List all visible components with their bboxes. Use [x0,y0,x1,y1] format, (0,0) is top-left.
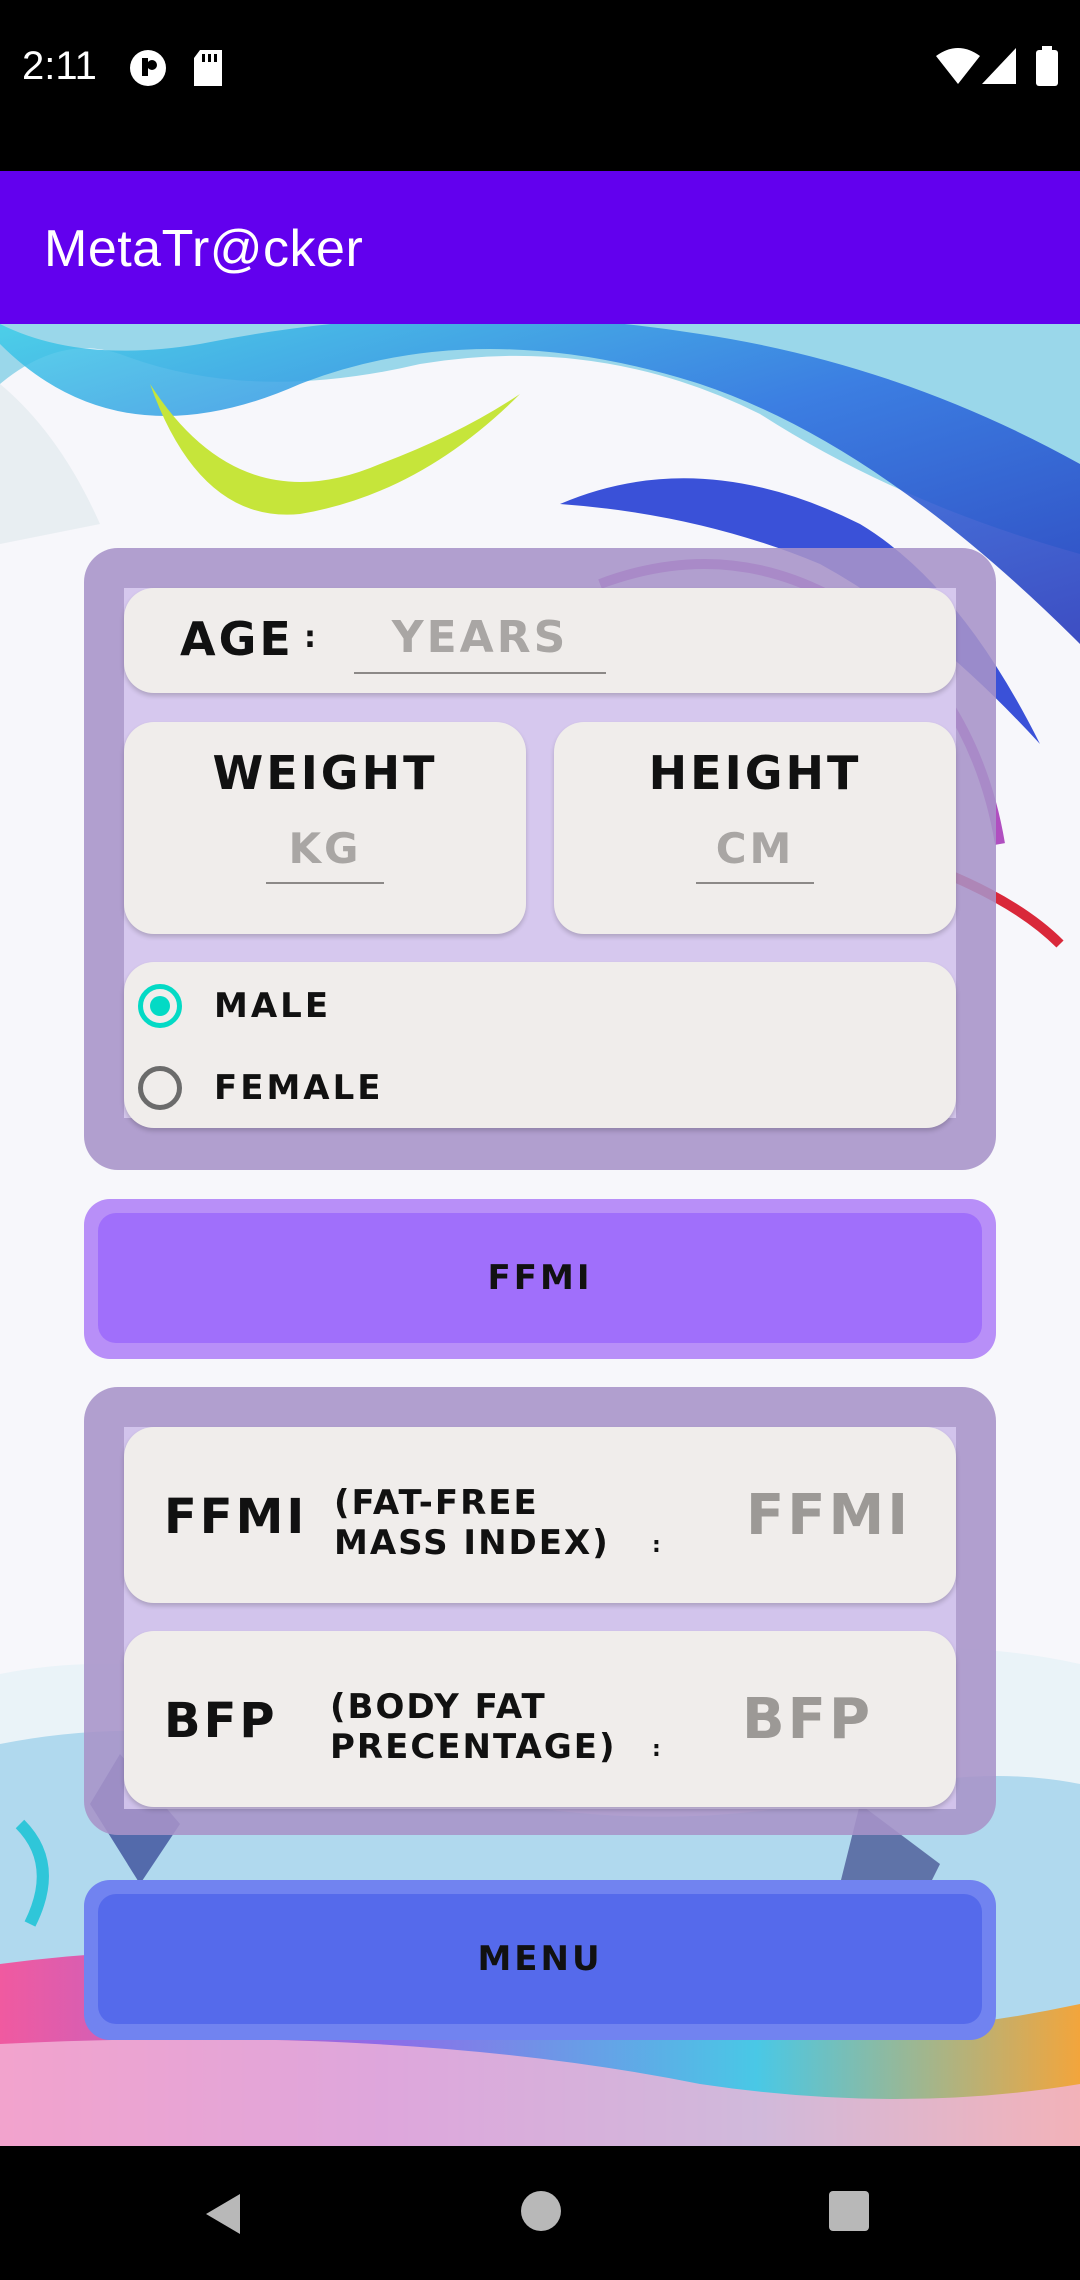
age-label: AGE [180,612,294,666]
radio-male-label: MALE [214,986,332,1026]
recents-icon[interactable] [828,2190,870,2232]
age-input-underline [354,672,606,674]
gender-card: MALE FEMALE [124,962,956,1128]
ffmi-desc-line2: MASS INDEX) [334,1523,610,1563]
app-bar: MetaTr@cker [0,171,1080,324]
age-card: AGE : YEARS [124,588,956,693]
back-icon[interactable] [200,2190,248,2238]
privacy-dot-icon [130,50,166,86]
bfp-value: BFP [742,1687,873,1752]
menu-button-frame: MENU [84,1880,996,2040]
age-separator: : [304,620,319,655]
ffmi-result-card: FFMI (FAT-FREE MASS INDEX) : FFMI [124,1427,956,1603]
height-label: HEIGHT [648,746,862,800]
bfp-desc-line2: PRECENTAGE) [330,1727,617,1767]
age-input-placeholder: YEARS [391,612,569,663]
battery-icon [1036,46,1058,86]
radio-female-label: FEMALE [214,1068,384,1108]
bfp-abbr: BFP [164,1693,278,1749]
main-content: AGE : YEARS WEIGHT KG HEIGHT CM MALE FEM… [0,324,1080,2146]
bfp-result-card: BFP (BODY FAT PRECENTAGE) : BFP [124,1631,956,1807]
input-panel: AGE : YEARS WEIGHT KG HEIGHT CM MALE FEM… [84,548,996,1170]
weight-label: WEIGHT [212,746,438,800]
wifi-icon [936,48,980,84]
weight-card: WEIGHT KG [124,722,526,934]
bfp-desc-line1: (BODY FAT [330,1687,547,1727]
age-input[interactable]: YEARS [354,600,606,680]
results-panel: FFMI (FAT-FREE MASS INDEX) : FFMI BFP (B… [84,1387,996,1835]
status-bar: 2:11 [0,0,1080,171]
home-icon[interactable] [520,2190,562,2232]
ffmi-desc-line1: (FAT-FREE [334,1483,539,1523]
weight-input-placeholder: KG [288,824,362,873]
height-input[interactable]: CM [696,818,814,888]
weight-input-underline [266,882,384,884]
bfp-separator: : [652,1737,664,1762]
sd-card-icon [194,50,222,86]
ffmi-calculate-button[interactable]: FFMI [98,1213,982,1343]
ffmi-calculate-button-label: FFMI [487,1258,593,1298]
ffmi-button-frame: FFMI [84,1199,996,1359]
status-time: 2:11 [22,44,97,88]
ffmi-separator: : [652,1533,664,1558]
ffmi-value: FFMI [746,1483,912,1548]
menu-button[interactable]: MENU [98,1894,982,2024]
navigation-bar [0,2146,1080,2280]
radio-male-indicator [138,984,182,1028]
ffmi-abbr: FFMI [164,1489,308,1545]
radio-female-indicator [138,1066,182,1110]
signal-icon [982,48,1016,84]
height-input-underline [696,882,814,884]
radio-male[interactable]: MALE [138,976,438,1036]
height-input-placeholder: CM [715,824,795,873]
weight-input[interactable]: KG [266,818,384,888]
menu-button-label: MENU [477,1939,603,1979]
app-title: MetaTr@cker [44,220,364,278]
height-card: HEIGHT CM [554,722,956,934]
radio-female[interactable]: FEMALE [138,1058,438,1118]
